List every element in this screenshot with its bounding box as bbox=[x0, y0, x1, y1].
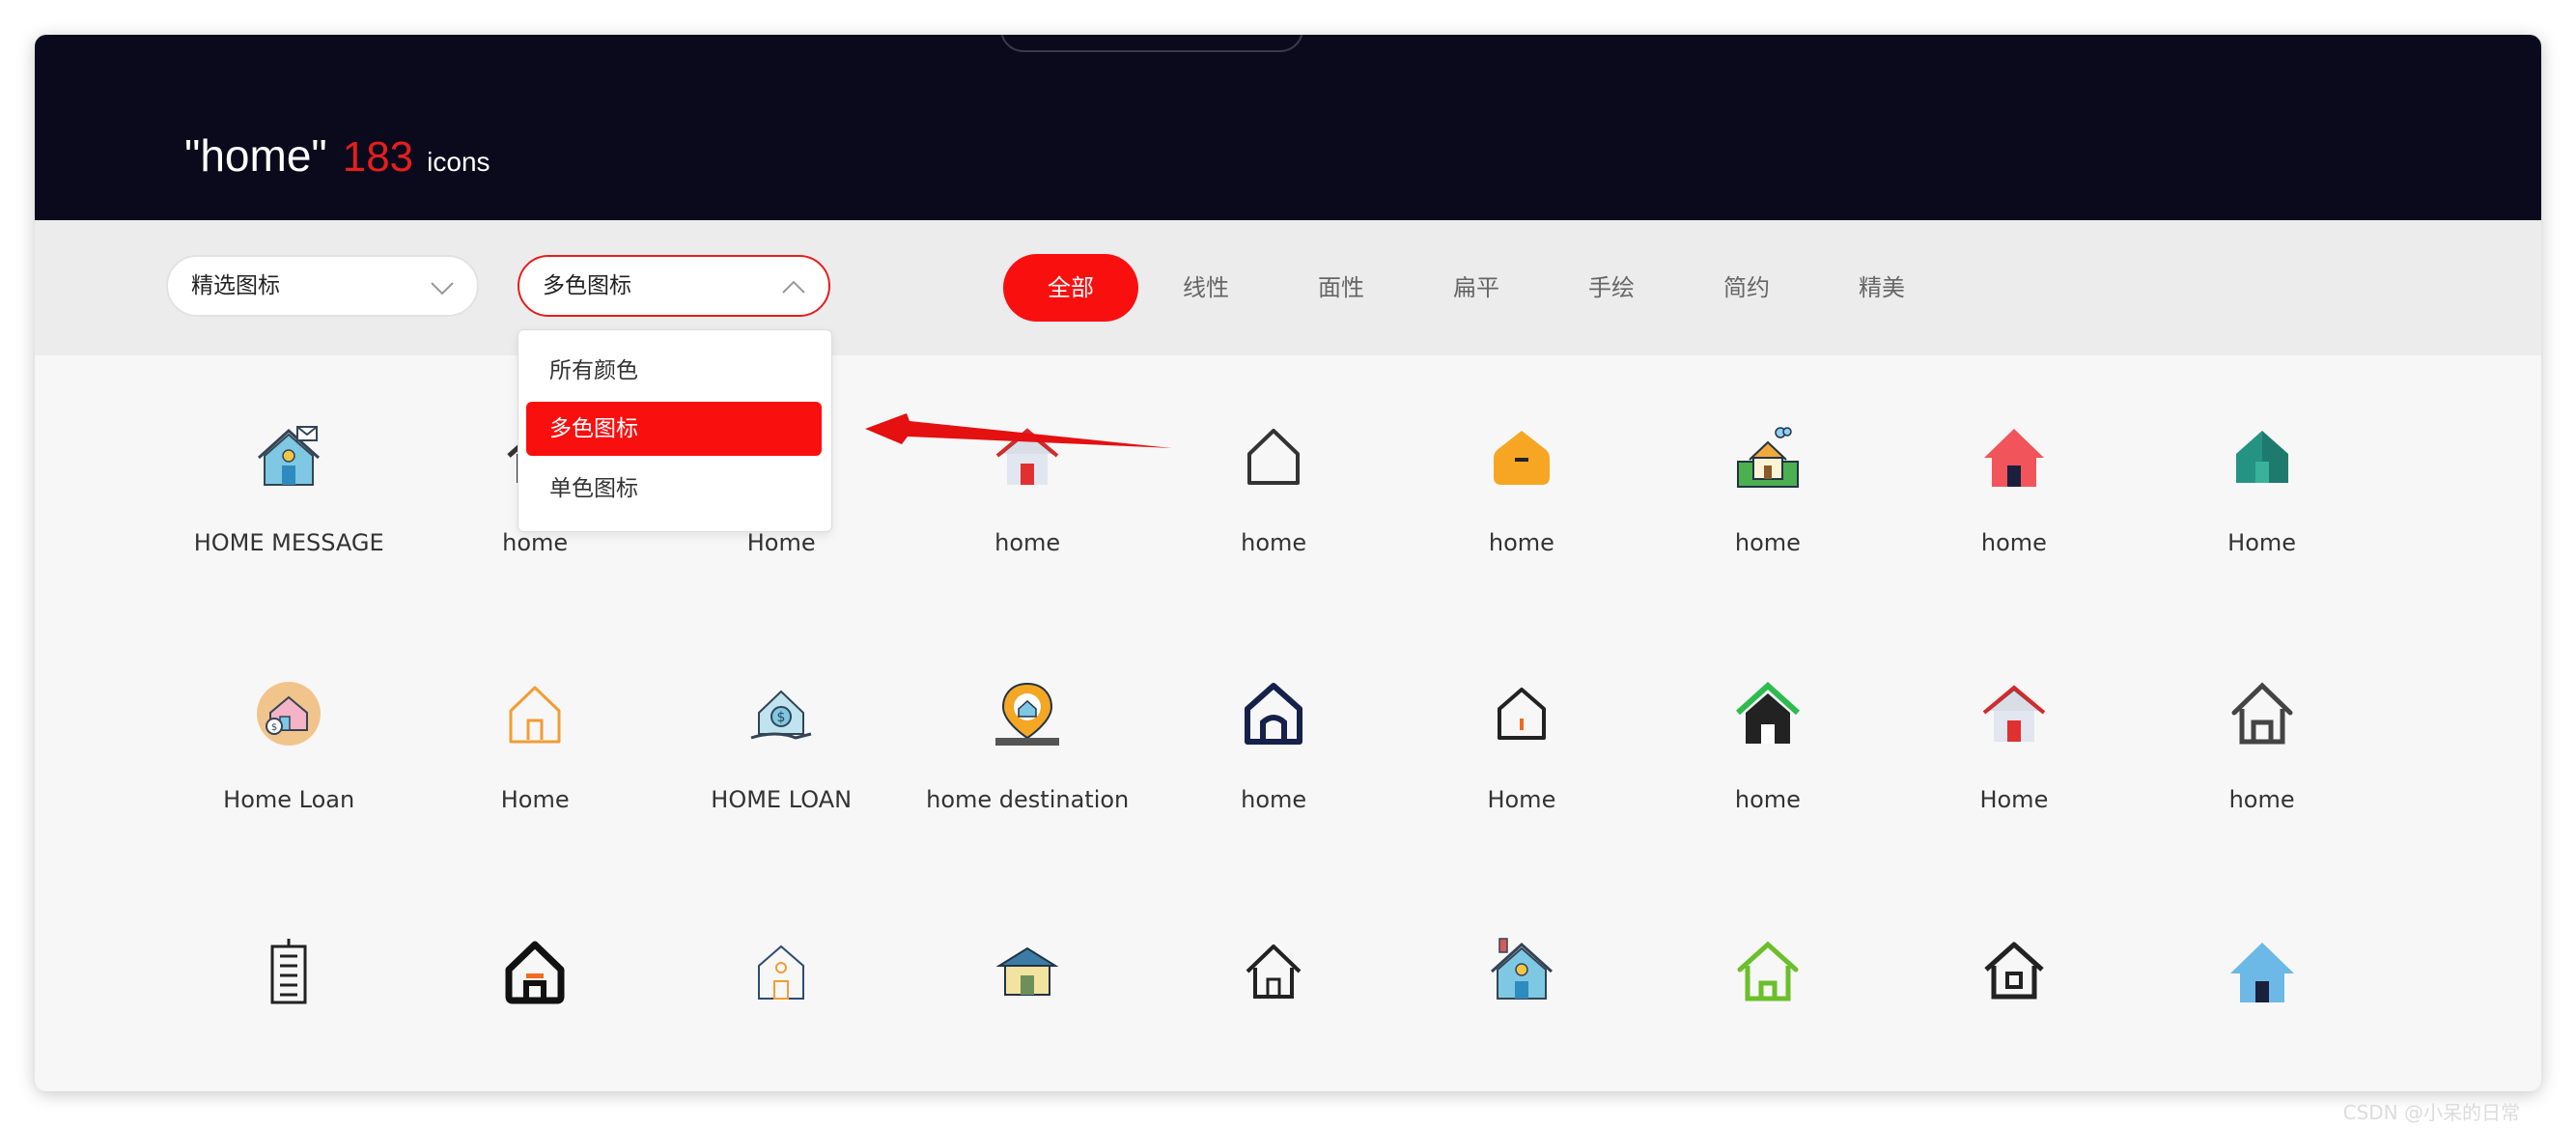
annotation-arrow bbox=[865, 413, 1172, 448]
watermark: CSDN @小呆的日常 bbox=[2342, 1101, 2520, 1124]
browser-frame: "home" 183 icons 精选图标 多色图标 全部 线性 面性 扁平 手绘 … bbox=[35, 35, 2541, 1091]
